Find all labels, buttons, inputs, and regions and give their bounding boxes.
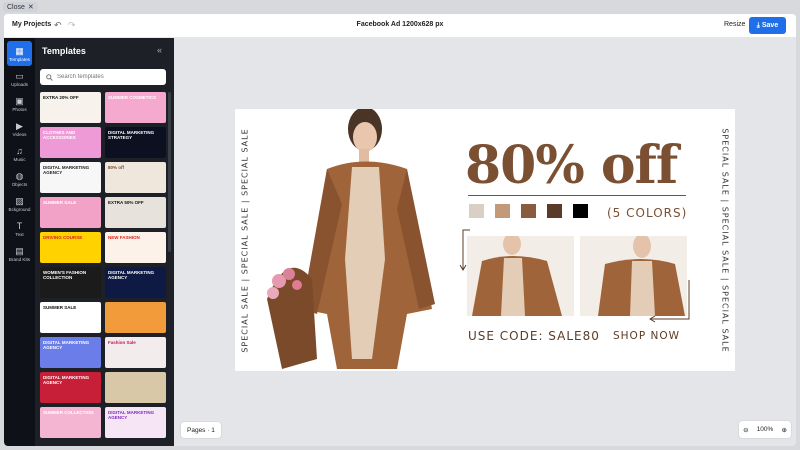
save-button[interactable]: ⤓ Save <box>749 17 786 34</box>
arrow-right-icon <box>649 280 690 323</box>
template-thumbnail[interactable]: DIGITAL MARKETING AGENCY <box>105 267 166 298</box>
rail-item-label: Templates <box>9 56 30 62</box>
rail-item-photos[interactable]: ▣ Photos <box>4 91 35 116</box>
side-text-right: SPECIAL SALE | SPECIAL SALE | SPECIAL SA… <box>720 127 730 353</box>
side-text-left: SPECIAL SALE | SPECIAL SALE | SPECIAL SA… <box>240 127 250 353</box>
close-label: Close <box>7 3 25 11</box>
color-swatch[interactable] <box>521 204 536 218</box>
download-icon: ⤓ <box>756 21 760 29</box>
template-thumbnail[interactable]: DIGITAL MARKETING STRATEGY <box>105 127 166 158</box>
rail-item-label: Music <box>13 156 26 162</box>
search-input[interactable] <box>57 74 157 80</box>
zoom-control: ⊖ 100% ⊕ <box>739 421 791 438</box>
template-thumbnail[interactable]: DRIVING COURSE <box>40 232 101 263</box>
music-icon: ♫ <box>16 145 23 156</box>
play-icon: ▶ <box>16 120 23 131</box>
templates-panel: Templates « EXTRA 20% OFFSUMMER COSMETIC… <box>35 38 174 446</box>
left-rail: ▦ Templates ▭ Uploads ▣ Photos ▶ Videos ♫ Music ◍ O… <box>4 38 35 446</box>
template-thumbnail[interactable]: DIGITAL MARKETING AGENCY <box>40 337 101 368</box>
close-icon: ✕ <box>27 4 34 11</box>
template-thumbnail[interactable]: WOMEN'S FASHION COLLECTION <box>40 267 101 298</box>
template-thumbnail[interactable]: DIGITAL MARKETING AGENCY <box>105 407 166 438</box>
rail-item-text[interactable]: T Text <box>4 216 35 241</box>
rail-item-label: Uploads <box>11 81 28 87</box>
shapes-icon: ◍ <box>15 170 24 181</box>
rail-item-brand-kits[interactable]: ▤ Brand Kits <box>4 241 35 266</box>
rail-item-label: Bckground <box>8 206 31 212</box>
rail-item-bckground[interactable]: ▨ Bckground <box>4 191 35 216</box>
grid-icon: ▦ <box>15 45 24 56</box>
headline-divider <box>468 195 686 196</box>
briefcase-icon: ▤ <box>15 245 24 256</box>
zoom-in-icon[interactable]: ⊕ <box>781 426 786 434</box>
rail-item-label: Photos <box>12 106 27 112</box>
rail-item-objects[interactable]: ◍ Objects <box>4 166 35 191</box>
template-thumbnail[interactable]: SUMMER SALE <box>40 197 101 228</box>
color-swatch[interactable] <box>573 204 588 218</box>
color-swatch[interactable] <box>547 204 562 218</box>
search-icon <box>46 73 53 81</box>
image-icon: ▣ <box>15 95 24 106</box>
template-thumbnail[interactable]: SUMMER COSMETICS <box>105 92 166 123</box>
document-title[interactable]: Facebook Ad 1200x628 px <box>4 21 796 28</box>
resize-button[interactable]: Resize <box>724 21 745 28</box>
template-thumbnail[interactable]: NEW FASHION <box>105 232 166 263</box>
collapse-panel-icon[interactable]: « <box>157 45 162 55</box>
color-swatch[interactable] <box>469 204 484 218</box>
promo-code-text[interactable]: USE CODE: SALE80 <box>468 329 600 343</box>
rail-item-label: Videos <box>12 131 27 137</box>
template-thumbnail[interactable]: EXTRA 20% OFF <box>40 92 101 123</box>
editor-window: My Projects ↶ ↷ Facebook Ad 1200x628 px … <box>4 14 796 446</box>
template-thumbnail[interactable]: SUMMER COLLECTION <box>40 407 101 438</box>
zoom-value[interactable]: 100% <box>757 426 774 433</box>
rail-item-videos[interactable]: ▶ Videos <box>4 116 35 141</box>
rail-item-label: Objects <box>11 181 28 187</box>
template-thumbnail[interactable]: EXTRA 50% OFF <box>105 197 166 228</box>
rail-item-music[interactable]: ♫ Music <box>4 141 35 166</box>
shop-now-text[interactable]: SHOP NOW <box>613 330 680 342</box>
close-button[interactable]: Close ✕ <box>3 2 38 12</box>
zoom-out-icon[interactable]: ⊖ <box>743 426 748 434</box>
template-thumbnail[interactable]: 80% off <box>105 162 166 193</box>
rail-item-label: Text <box>15 231 24 237</box>
top-bar: My Projects ↶ ↷ Facebook Ad 1200x628 px … <box>4 14 796 38</box>
template-thumbnail[interactable]: DIGITAL MARKETING AGENCY <box>40 372 101 403</box>
template-thumbnail[interactable]: SUMMER SALE <box>40 302 101 333</box>
color-swatch[interactable] <box>495 204 510 218</box>
panel-scrollbar[interactable] <box>168 92 171 252</box>
panel-title: Templates <box>42 46 86 56</box>
rail-item-label: Brand Kits <box>8 256 31 262</box>
rail-item-templates[interactable]: ▦ Templates <box>7 41 32 66</box>
template-thumbnail[interactable]: Fashion Sale <box>105 337 166 368</box>
rail-item-uploads[interactable]: ▭ Uploads <box>4 66 35 91</box>
template-thumbnail[interactable]: DIGITAL MARKETING AGENCY <box>40 162 101 193</box>
ad-canvas[interactable]: SPECIAL SALE | SPECIAL SALE | SPECIAL SA… <box>235 109 735 371</box>
arrow-left-icon <box>459 229 470 271</box>
pages-button[interactable]: Pages · 1 <box>181 422 221 438</box>
template-thumbnail[interactable] <box>105 302 166 333</box>
canvas-workspace: SPECIAL SALE | SPECIAL SALE | SPECIAL SA… <box>174 38 796 446</box>
model-image[interactable] <box>257 109 447 371</box>
headline-text[interactable]: 80% off <box>465 135 678 196</box>
text-icon: T <box>16 220 23 231</box>
template-thumbnail[interactable]: CLOTHES AND ACCESSORIES <box>40 127 101 158</box>
background-icon: ▨ <box>15 195 24 206</box>
template-thumbnail[interactable] <box>105 372 166 403</box>
save-label: Save <box>761 22 779 29</box>
template-search[interactable] <box>40 69 166 85</box>
folder-icon: ▭ <box>15 70 24 81</box>
colors-count-text[interactable]: (5 COLORS) <box>607 206 687 220</box>
product-photo-left[interactable] <box>467 236 574 316</box>
